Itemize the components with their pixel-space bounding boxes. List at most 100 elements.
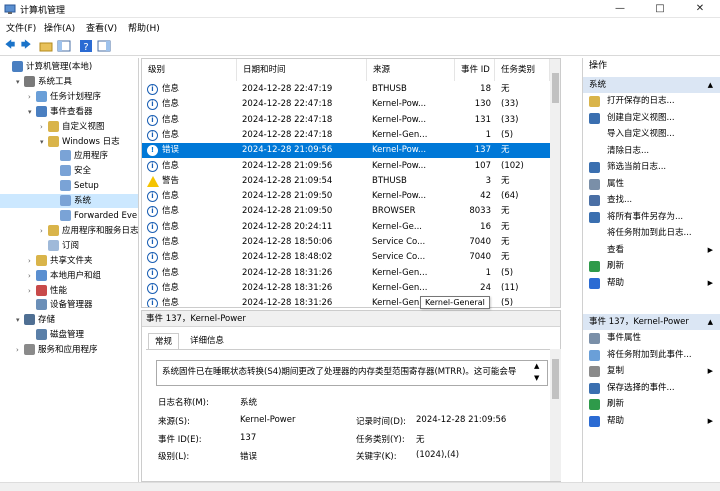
back-icon[interactable]: 🡄 [3,39,17,53]
help-icon[interactable]: ? [79,39,93,53]
action-item[interactable]: 属性 [583,177,720,192]
menu-view[interactable]: 查看(V) [86,21,117,34]
action-item[interactable]: 创建自定义视图... [583,111,720,126]
action-item[interactable]: 将任务附加到此事件... [583,348,720,363]
action-item[interactable]: 帮助 ▶ [583,414,720,429]
performance-icon [36,284,47,296]
collapse-arrow-icon[interactable]: ▾ [28,105,36,119]
event-row[interactable]: i 信息 2024-12-28 21:09:50 Kernel-Pow... 42 (64… [142,189,560,204]
message-scroll-down-icon[interactable]: ▼ [534,374,539,382]
collapse-arrow-icon[interactable]: ▾ [16,75,24,89]
action-item[interactable]: 筛选当前日志... [583,160,720,175]
minimize-button[interactable]: — [600,0,640,18]
collapse-arrow-icon[interactable]: ▾ [16,313,24,327]
message-scroll-up-icon[interactable]: ▲ [534,362,539,370]
action-item[interactable]: 将任务附加到此日志... [583,226,720,241]
event-row[interactable]: i 信息 2024-12-28 18:31:26 Kernel-Gen... 24 (11… [142,281,560,296]
actions-section-system[interactable]: 系统 ▲ [583,77,720,93]
event-source-cell: Kernel-Gen... [372,267,428,278]
event-row[interactable]: i 信息 2024-12-28 21:09:50 BROWSER 8033 无 [142,204,560,219]
tree-item[interactable]: Setup [0,179,138,193]
toolbar: 🡄 🡆 ? [0,36,720,56]
column-header-level[interactable]: 级别 [142,59,237,81]
tree-item[interactable]: Forwarded Eve [0,209,138,223]
tree-item[interactable]: 订阅 [0,239,138,253]
actions-section-event[interactable]: 事件 137，Kernel-Power ▲ [583,314,720,330]
event-row[interactable]: ! 错误 2024-12-28 21:09:56 Kernel-Pow... 137 无 [142,143,560,159]
action-item[interactable]: 查找... [583,193,720,208]
column-header-event-id[interactable]: 事件 ID [455,59,495,81]
event-row[interactable]: i 信息 2024-12-28 18:31:26 Kernel-Gen... 1 (5) [142,266,560,281]
column-header-source[interactable]: 来源 [367,59,455,81]
event-row[interactable]: i 信息 2024-12-28 20:24:11 Kernel-Ge... 16 无 [142,220,560,235]
tree-item-label: 本地用户和组 [50,270,102,281]
tree-item[interactable]: › 自定义视图 [0,120,138,134]
column-header-datetime[interactable]: 日期和时间 [237,59,367,81]
expand-arrow-icon[interactable]: › [28,254,36,268]
expand-arrow-icon[interactable]: › [40,120,48,134]
tree-item[interactable]: 应用程序 [0,149,138,163]
expand-arrow-icon[interactable]: › [28,90,36,104]
event-row[interactable]: 警告 2024-12-28 21:09:54 BTHUSB 3 无 [142,174,560,189]
tree-item[interactable]: › 应用程序和服务日志 [0,224,138,238]
tree-item[interactable]: ▾ 系统工具 [0,75,138,89]
show-action-pane-icon[interactable] [97,39,111,53]
tree-item[interactable]: 计算机管理(本地) [0,60,138,74]
tree-item[interactable]: ▾ 存储 [0,313,138,327]
tree-item[interactable]: ▾ Windows 日志 [0,135,138,149]
menu-action[interactable]: 操作(A) [44,21,75,34]
tree-item[interactable]: › 共享文件夹 [0,254,138,268]
event-row[interactable]: i 信息 2024-12-28 22:47:18 Kernel-Pow... 130 (3… [142,97,560,112]
expand-arrow-icon[interactable]: › [16,343,24,357]
keywords-value: (1024),(4) [416,450,460,460]
tree-item[interactable]: 磁盘管理 [0,328,138,342]
menu-help[interactable]: 帮助(H) [128,21,160,34]
action-item[interactable]: 将所有事件另存为... [583,210,720,225]
tree-item[interactable]: 系统 [0,194,138,209]
action-item[interactable]: 刷新 [583,259,720,274]
menu-file[interactable]: 文件(F) [6,21,36,34]
tree-item[interactable]: 设备管理器 [0,298,138,312]
event-message[interactable]: 系统固件已在睡眠状态转换(S4)期间更改了处理器的内存类型范围寄存器(MTRR)… [156,360,548,386]
close-button[interactable]: ✕ [680,0,720,18]
tree-item[interactable]: › 本地用户和组 [0,269,138,283]
tab-general[interactable]: 常规 [148,333,180,349]
event-level-cell: 信息 [162,298,180,308]
event-row[interactable]: i 信息 2024-12-28 22:47:18 Kernel-Pow... 131 (3… [142,113,560,128]
maximize-button[interactable]: □ [640,0,680,18]
tree-item[interactable]: › 服务和应用程序 [0,343,138,357]
event-date-cell: 2024-12-28 21:09:56 [242,145,333,156]
collapse-arrow-icon[interactable]: ▾ [40,135,48,149]
action-item[interactable]: 导入自定义视图... [583,127,720,142]
action-item[interactable]: 刷新 [583,397,720,412]
action-item[interactable]: 打开保存的日志... [583,94,720,109]
expand-arrow-icon[interactable]: › [40,224,48,238]
up-folder-icon[interactable] [39,39,53,53]
tab-details[interactable]: 详细信息 [184,333,230,349]
event-row[interactable]: i 信息 2024-12-28 22:47:18 Kernel-Gen... 1 (5) [142,128,560,143]
tree-item[interactable]: 安全 [0,164,138,178]
action-item[interactable]: 清除日志... [583,144,720,159]
forward-icon[interactable]: 🡆 [19,39,33,53]
list-scrollbar-thumb[interactable] [552,73,559,103]
action-item[interactable]: 查看 ▶ [583,243,720,258]
list-scrollbar[interactable] [550,59,560,307]
event-row[interactable]: i 信息 2024-12-28 18:48:02 Service Co... 7040 无 [142,250,560,265]
tree-item[interactable]: ▾ 事件查看器 [0,105,138,119]
tree-item[interactable]: › 性能 [0,284,138,298]
event-row[interactable]: i 信息 2024-12-28 22:47:19 BTHUSB 18 无 [142,82,560,97]
expand-arrow-icon[interactable]: › [28,284,36,298]
event-row[interactable]: i 信息 2024-12-28 18:50:06 Service Co... 7040 无 [142,235,560,250]
expand-arrow-icon[interactable]: › [28,269,36,283]
event-row[interactable]: i 信息 2024-12-28 21:09:56 Kernel-Pow... 107 (1… [142,159,560,174]
action-item[interactable]: 帮助 ▶ [583,276,720,291]
action-item[interactable]: 保存选择的事件... [583,381,720,396]
show-hide-tree-icon[interactable] [57,39,71,53]
action-item[interactable]: 复制 ▶ [583,364,720,379]
event-row[interactable]: i 信息 2024-12-28 18:31:26 Kernel-Gen... (5) [142,296,560,308]
action-item[interactable]: 事件属性 [583,331,720,346]
column-header-task-category[interactable]: 任务类别 [495,59,550,81]
detail-scrollbar-thumb[interactable] [552,359,559,399]
tree-item[interactable]: › 任务计划程序 [0,90,138,104]
detail-scrollbar[interactable] [550,349,561,481]
